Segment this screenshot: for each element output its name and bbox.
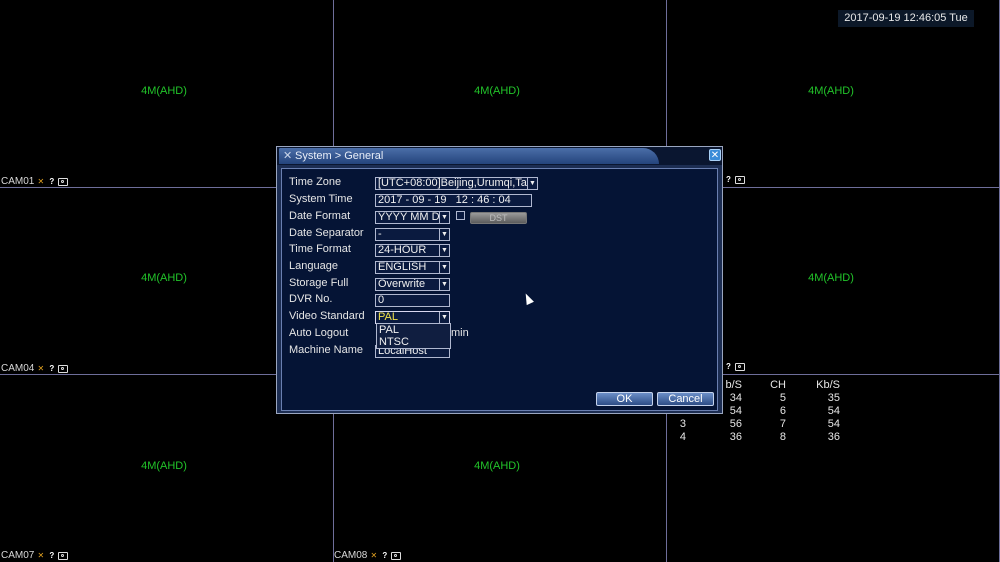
video-loss-icon: ? (726, 362, 731, 371)
channel-resolution: 4M(AHD) (808, 85, 854, 97)
close-button[interactable]: ✕ (709, 149, 721, 161)
system-date-value: 2017 - 09 - 19 (378, 194, 447, 206)
machine-name-label: Machine Name (289, 344, 363, 356)
system-time-label: System Time (289, 193, 353, 205)
dst-checkbox[interactable] (456, 211, 465, 220)
motion-alarm-icon: ✕ (37, 550, 45, 560)
storage-full-label: Storage Full (289, 277, 349, 289)
date-separator-label: Date Separator (289, 227, 364, 239)
dvr-no-input[interactable]: 0 (375, 294, 450, 307)
chevron-down-icon: ▼ (439, 312, 449, 323)
system-general-dialog: ✕ System > General ✕ Time Zone [UTC+08:0… (276, 146, 723, 414)
header-kbs: Kb/S (816, 379, 840, 391)
cancel-button[interactable]: Cancel (657, 392, 714, 406)
camera-icon (735, 363, 745, 371)
video-loss-icon: ? (382, 550, 388, 560)
chevron-down-icon: ▼ (439, 279, 449, 290)
system-time-input[interactable]: 2017 - 09 - 19 12 : 46 : 04 (375, 194, 532, 207)
camera-name: CAM07 (1, 550, 35, 561)
video-standard-label: Video Standard (289, 310, 365, 322)
camera-label: ? (724, 363, 745, 371)
camera-name: CAM04 (1, 363, 35, 374)
auto-logout-label: Auto Logout (289, 327, 349, 339)
chevron-down-icon: ▼ (439, 212, 449, 223)
dropdown-option-ntsc[interactable]: NTSC (377, 336, 450, 348)
storage-full-select[interactable]: Overwrite ▼ (375, 278, 450, 291)
chevron-down-icon: ▼ (439, 245, 449, 256)
camera-label: ? (724, 176, 745, 184)
time-format-label: Time Format (289, 243, 351, 255)
channel-resolution: 4M(AHD) (141, 272, 187, 284)
datetime-display: 2017-09-19 12:46:05 Tue (838, 10, 974, 27)
camera-icon (391, 551, 402, 560)
header-ch: CH (770, 379, 786, 391)
time-zone-select[interactable]: [UTC+08:00]Beijing,Urumqi,Ta ▼ (375, 177, 538, 190)
video-loss-icon: ? (49, 176, 55, 186)
camera-icon (58, 364, 69, 373)
camera-label: CAM08 ✕ ? (334, 550, 402, 561)
channel-resolution: 4M(AHD) (808, 272, 854, 284)
camera-icon (58, 551, 69, 560)
chevron-down-icon: ▼ (439, 262, 449, 273)
auto-logout-unit: min (451, 327, 469, 339)
dialog-title: System > General (295, 150, 384, 162)
close-icon: ✕ (710, 150, 720, 161)
chevron-down-icon: ▼ (439, 229, 449, 240)
chevron-down-icon: ▼ (527, 178, 537, 189)
dropdown-option-pal[interactable]: PAL (377, 324, 450, 336)
camera-icon (735, 176, 745, 184)
motion-alarm-icon: ✕ (370, 550, 378, 560)
camera-label: CAM07 ✕ ? (1, 550, 69, 561)
channel-resolution: 4M(AHD) (474, 460, 520, 472)
dvr-no-label: DVR No. (289, 293, 333, 305)
ok-button[interactable]: OK (596, 392, 653, 406)
system-clock-value: 12 : 46 : 04 (455, 194, 511, 206)
video-standard-dropdown: PAL NTSC (376, 323, 451, 349)
table-row: 4 36 8 36 (679, 431, 840, 443)
camera-icon (58, 177, 69, 186)
dst-button[interactable]: DST (470, 212, 527, 224)
time-zone-label: Time Zone (289, 176, 342, 188)
motion-alarm-icon: ✕ (37, 176, 45, 186)
camera-name: CAM01 (1, 176, 35, 187)
camera-label: CAM01 ✕ ? (1, 176, 69, 187)
tools-icon: ✕ (283, 150, 293, 162)
channel-resolution: 4M(AHD) (141, 460, 187, 472)
motion-alarm-icon: ✕ (37, 363, 45, 373)
video-loss-icon: ? (49, 550, 55, 560)
video-loss-icon: ? (726, 175, 731, 184)
title-bar[interactable]: ✕ System > General ✕ (277, 147, 722, 165)
camera-label: CAM04 ✕ ? (1, 363, 69, 374)
channel-resolution: 4M(AHD) (141, 85, 187, 97)
date-format-select[interactable]: YYYY MM DD ▼ (375, 211, 450, 224)
date-format-label: Date Format (289, 210, 351, 222)
language-select[interactable]: ENGLISH ▼ (375, 261, 450, 274)
table-row: 3 56 7 54 (679, 418, 840, 430)
camera-name: CAM08 (334, 550, 368, 561)
channel-resolution: 4M(AHD) (474, 85, 520, 97)
date-separator-select[interactable]: - ▼ (375, 228, 450, 241)
language-label: Language (289, 260, 338, 272)
settings-panel: Time Zone [UTC+08:00]Beijing,Urumqi,Ta ▼… (281, 168, 718, 411)
video-loss-icon: ? (49, 363, 55, 373)
time-format-select[interactable]: 24-HOUR ▼ (375, 244, 450, 257)
